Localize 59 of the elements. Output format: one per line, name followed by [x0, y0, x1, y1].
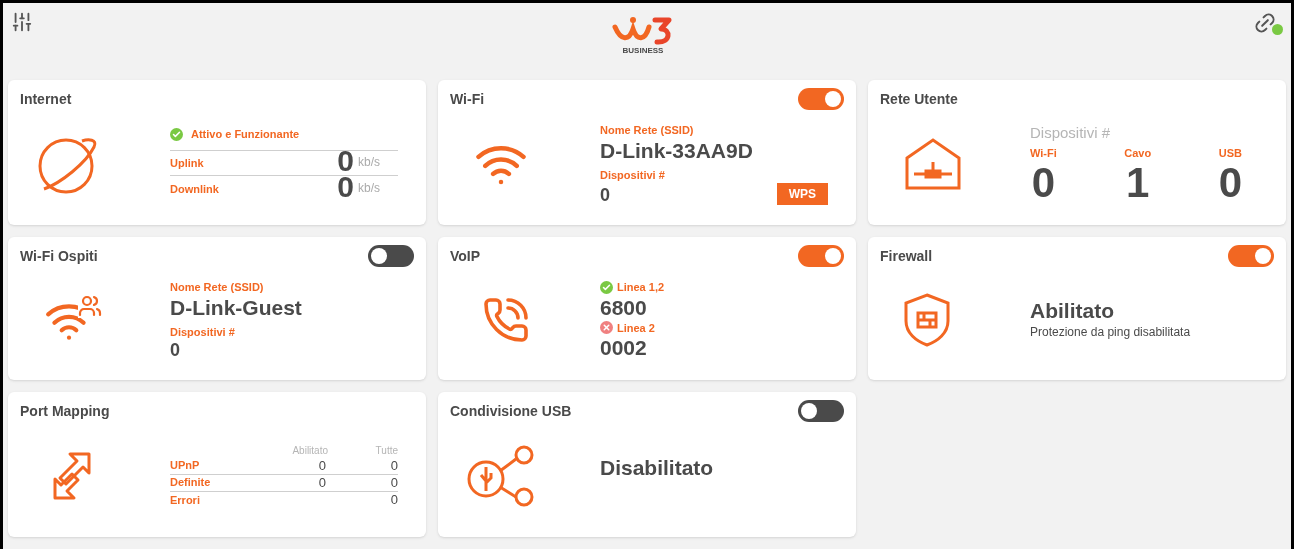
settings-icon[interactable] — [11, 11, 33, 33]
card-title: Internet — [20, 89, 72, 109]
field-label: Cavo — [1124, 145, 1152, 161]
field-label: Dispositivi # — [170, 324, 236, 340]
line-number: 6800 — [600, 295, 648, 320]
firewall-note: Protezione da ping disabilitata — [1030, 323, 1191, 341]
field-label: Errori — [170, 492, 201, 508]
toggle-switch[interactable] — [798, 400, 844, 422]
field-label: Linea 1,2 — [617, 280, 665, 295]
field-label: Nome Rete (SSID) — [170, 280, 265, 295]
home-network-icon — [904, 137, 962, 190]
usb-status: Disabilitato — [600, 454, 714, 481]
shield-icon — [904, 292, 950, 347]
column-header: Abilitato — [291, 443, 328, 458]
device-count: 0 — [600, 185, 610, 205]
field-label: UPnP — [170, 458, 201, 474]
table-cell: 0 — [318, 457, 326, 473]
toggle-switch[interactable] — [368, 245, 414, 267]
table-cell: 0 — [318, 474, 326, 490]
usb-share-icon — [466, 444, 536, 507]
table-cell: 0 — [390, 492, 398, 508]
phone-icon — [482, 295, 530, 344]
device-count: 0 — [170, 340, 180, 360]
field-label: Wi-Fi — [1030, 145, 1057, 161]
field-label: Uplink — [170, 155, 205, 171]
card-title: Firewall — [880, 246, 933, 266]
devices-heading: Dispositivi # — [1030, 123, 1112, 143]
logo-caption: BUSINESS — [622, 45, 664, 57]
rate-unit: kb/s — [358, 154, 381, 172]
field-label: Nome Rete (SSID) — [600, 123, 695, 138]
card-title: Condivisione USB — [450, 401, 572, 421]
device-count: 0 — [1031, 161, 1056, 205]
card-title: Port Mapping — [20, 401, 110, 421]
network-name: D-Link-Guest — [170, 295, 303, 320]
device-count: 1 — [1126, 161, 1150, 205]
status-text: Attivo e Funzionante — [191, 126, 300, 142]
rate-value: 0 — [337, 173, 354, 202]
card-title: Wi-Fi Ospiti — [20, 246, 98, 266]
rate-unit: kb/s — [358, 180, 381, 198]
table-cell: 0 — [390, 474, 398, 490]
field-label: Definite — [170, 475, 212, 491]
field-label: USB — [1218, 145, 1242, 161]
firewall-status: Abilitato — [1030, 298, 1115, 323]
wps-button[interactable]: WPS — [776, 183, 828, 205]
table-cell: 0 — [390, 457, 398, 473]
toggle-switch[interactable] — [798, 245, 844, 267]
card-title: VoIP — [450, 246, 481, 266]
toggle-switch[interactable] — [798, 88, 844, 110]
toggle-switch[interactable] — [1228, 245, 1274, 267]
field-label: Linea 2 — [617, 320, 655, 336]
field-label: Downlink — [170, 181, 220, 197]
rate-value: 0 — [337, 147, 354, 176]
card-title: Rete Utente — [880, 89, 958, 109]
network-name: D-Link-33AA9D — [600, 138, 754, 163]
device-count: 0 — [1218, 161, 1242, 205]
line-number: 0002 — [600, 336, 648, 360]
column-header: Tutte — [374, 443, 398, 458]
card-title: Wi-Fi — [450, 89, 485, 109]
field-label: Dispositivi # — [600, 167, 666, 183]
